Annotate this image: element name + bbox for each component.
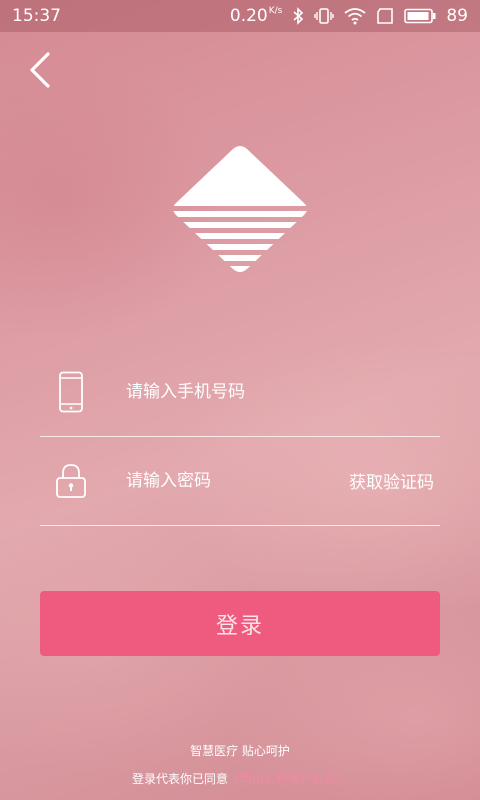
battery-icon [404, 8, 436, 24]
battery-level: 89 [446, 6, 468, 26]
chevron-left-icon [30, 52, 50, 88]
status-bar: 15:37 0.20K/s 89 [0, 0, 480, 32]
lock-icon [44, 463, 98, 499]
login-button[interactable]: 登录 [40, 591, 440, 656]
phone-input[interactable] [126, 381, 440, 402]
agreement-link[interactable]: 《南山乳舒用户协议》 [228, 772, 348, 786]
password-row: 获取验证码 [40, 436, 440, 526]
back-button[interactable] [22, 48, 58, 92]
status-icons: 0.20K/s 89 [230, 6, 468, 26]
status-time: 15:37 [12, 6, 61, 26]
agreement-prefix: 登录代表你已同意 [131, 772, 228, 786]
get-code-button[interactable]: 获取验证码 [349, 468, 440, 493]
sim-icon [376, 8, 394, 24]
password-input[interactable] [126, 470, 349, 491]
phone-row [40, 347, 440, 437]
striped-diamond-logo [173, 146, 307, 272]
wifi-icon [344, 7, 366, 25]
agreement-text: 登录代表你已同意《南山乳舒用户协议》 [0, 770, 480, 787]
phone-icon [44, 371, 98, 413]
vibrate-icon [314, 7, 335, 25]
slogan: 智慧医疗 贴心呵护 [190, 744, 290, 758]
bluetooth-icon [292, 7, 304, 25]
app-logo [170, 143, 310, 275]
network-speed: 0.20K/s [229, 6, 283, 26]
